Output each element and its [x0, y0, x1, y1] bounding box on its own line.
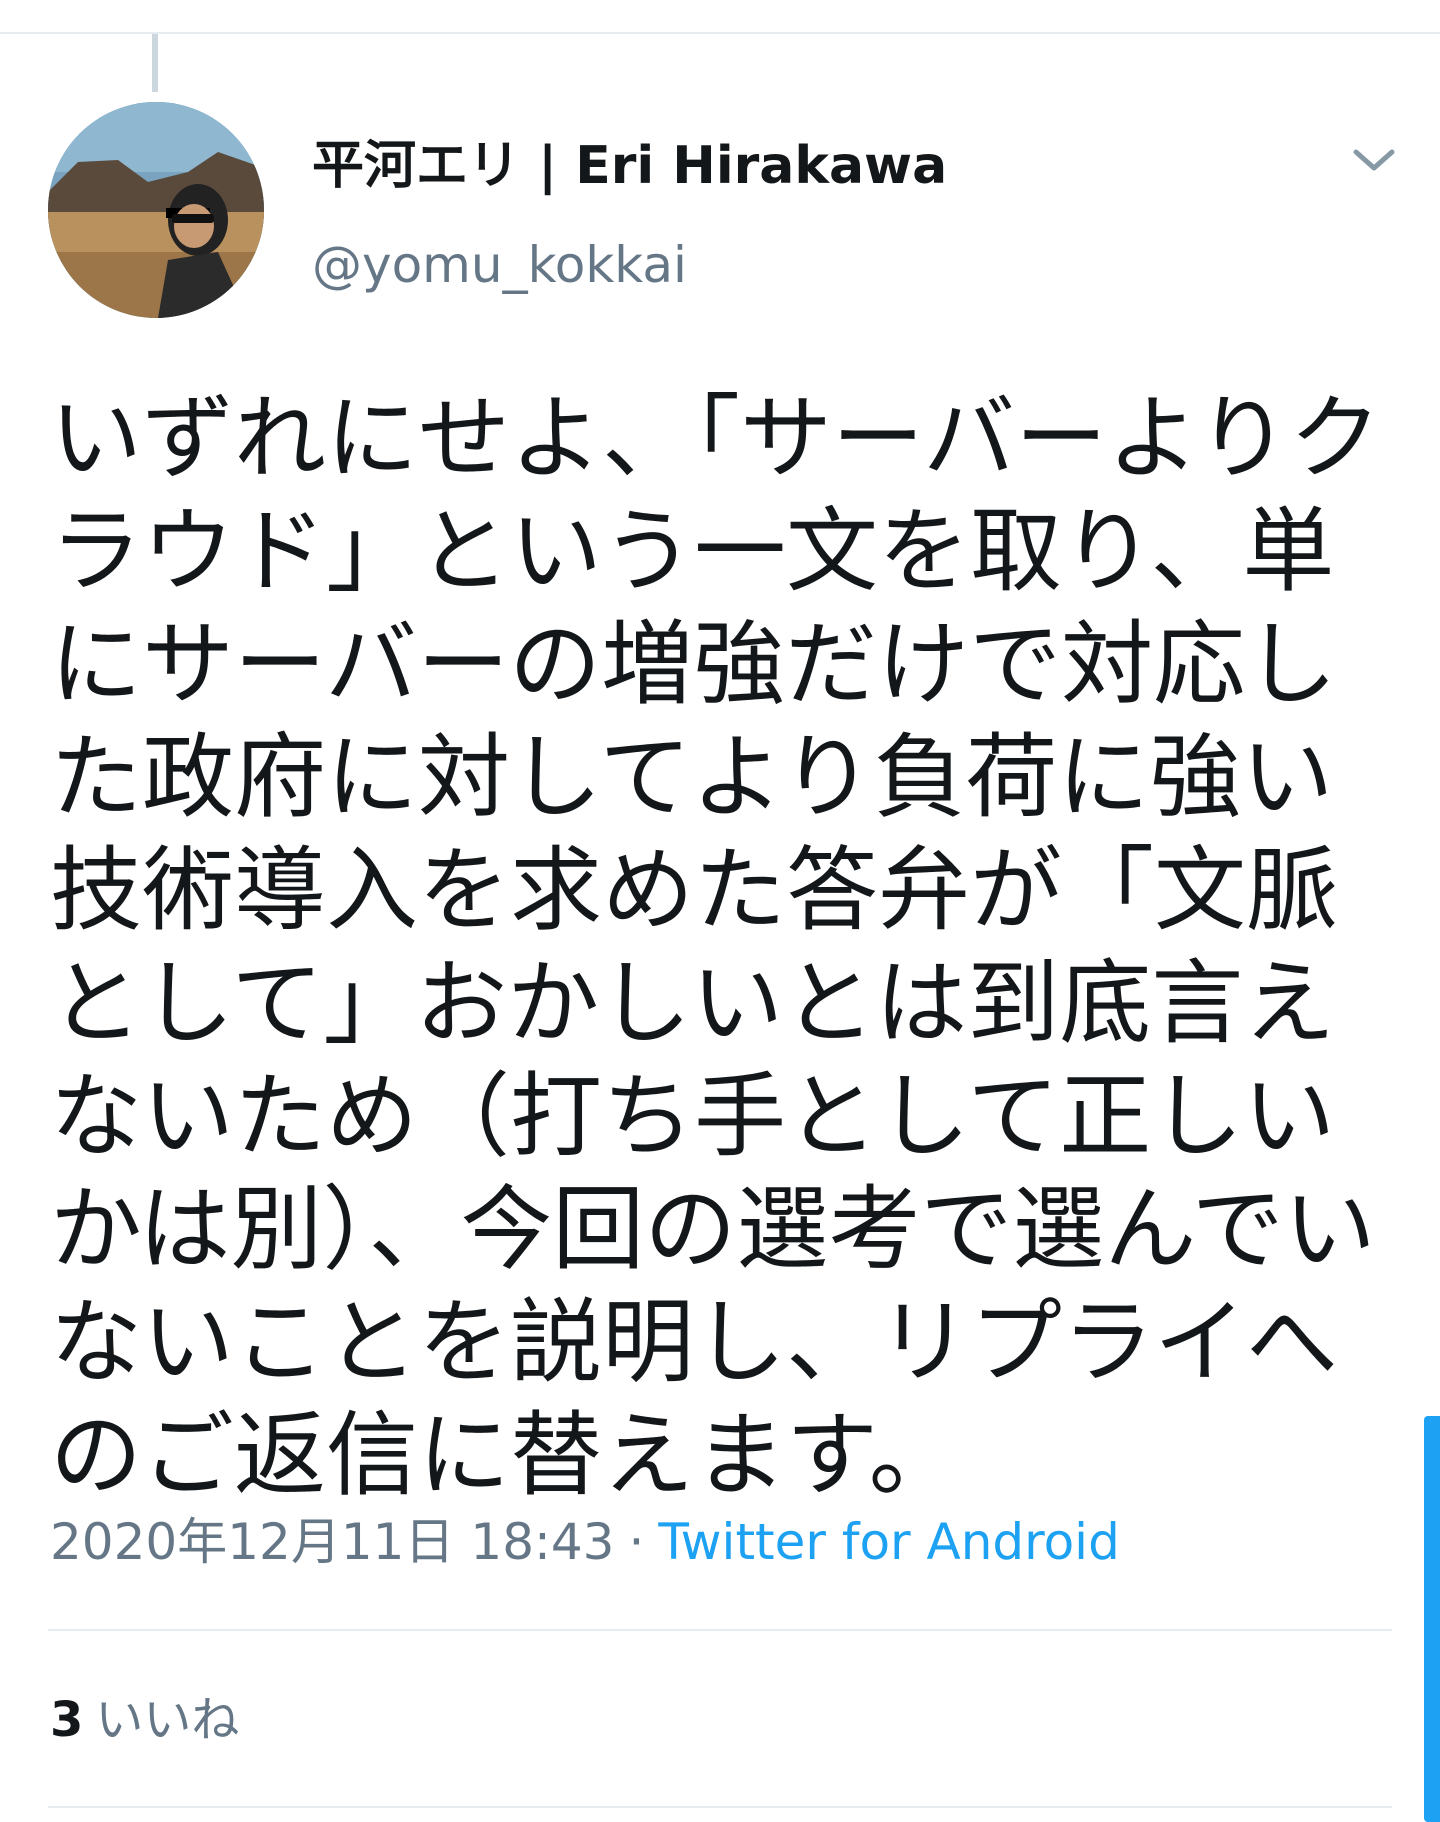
- likes-label: いいね: [95, 1692, 240, 1748]
- actions-divider: [48, 1806, 1392, 1808]
- tweet-body-text: いずれにせよ、「サーバーよりクラウド」という一文を取り、単にサーバーの増強だけで…: [50, 385, 1382, 1509]
- likes-count-link[interactable]: 3 いいね: [50, 1690, 239, 1750]
- likes-count: 3: [50, 1692, 84, 1748]
- meta-separator: ·: [628, 1513, 645, 1571]
- avatar[interactable]: [48, 102, 264, 318]
- author-display-name[interactable]: 平河エリ | Eri Hirakawa: [312, 136, 947, 196]
- stats-divider: [48, 1629, 1392, 1631]
- scrollbar[interactable]: [1424, 1416, 1440, 1822]
- tweet: 平河エリ | Eri Hirakawa @yomu_kokkai いずれにせよ、…: [0, 0, 1440, 1822]
- avatar-image: [48, 102, 264, 318]
- chevron-down-icon[interactable]: [1346, 140, 1402, 182]
- tweet-source-link[interactable]: Twitter for Android: [658, 1513, 1119, 1571]
- tweet-timestamp[interactable]: 2020年12月11日 18:43: [50, 1513, 614, 1571]
- author-handle[interactable]: @yomu_kokkai: [312, 236, 687, 294]
- tweet-meta: 2020年12月11日 18:43 · Twitter for Android: [50, 1512, 1120, 1572]
